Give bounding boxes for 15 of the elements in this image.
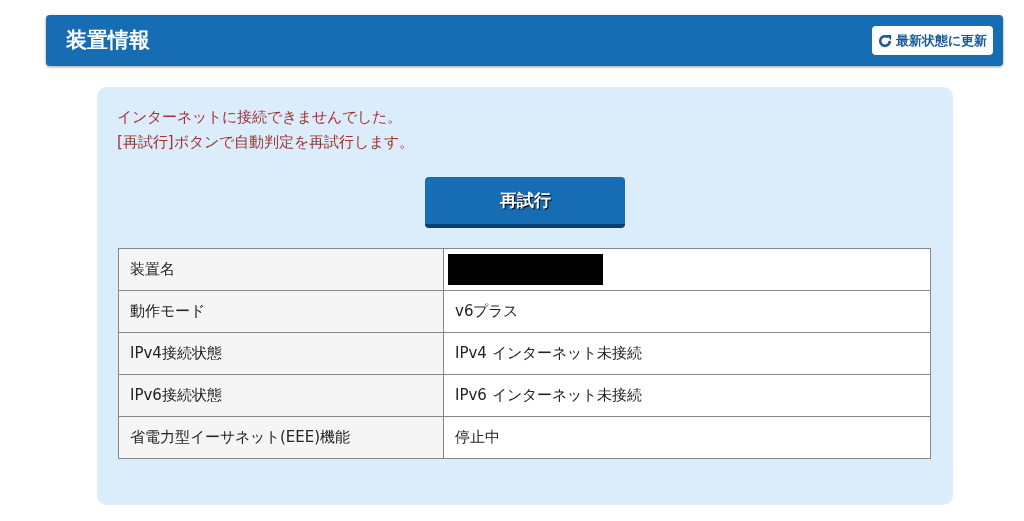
label-cell: 省電力型イーサネット(EEE)機能 xyxy=(118,416,444,459)
value-cell: 停止中 xyxy=(443,416,931,459)
refresh-icon xyxy=(878,33,892,48)
value-cell: v6プラス xyxy=(443,290,931,333)
value-cell: IPv6 インターネット未接続 xyxy=(443,374,931,417)
error-message: インターネットに接続できませんでした。 xyxy=(117,107,403,128)
label-cell: IPv4接続状態 xyxy=(118,332,444,375)
error-message: [再試行]ボタンで自動判定を再試行します。 xyxy=(117,132,415,153)
value-cell: IPv4 インターネット未接続 xyxy=(443,332,931,375)
label-cell: 動作モード xyxy=(118,290,444,333)
label-cell: 装置名 xyxy=(118,248,444,291)
label-cell: IPv6接続状態 xyxy=(118,374,444,417)
page-title: 装置情報 xyxy=(66,26,150,54)
retry-button[interactable]: 再試行 xyxy=(425,177,625,228)
refresh-button[interactable]: 最新状態に更新 xyxy=(872,25,993,56)
